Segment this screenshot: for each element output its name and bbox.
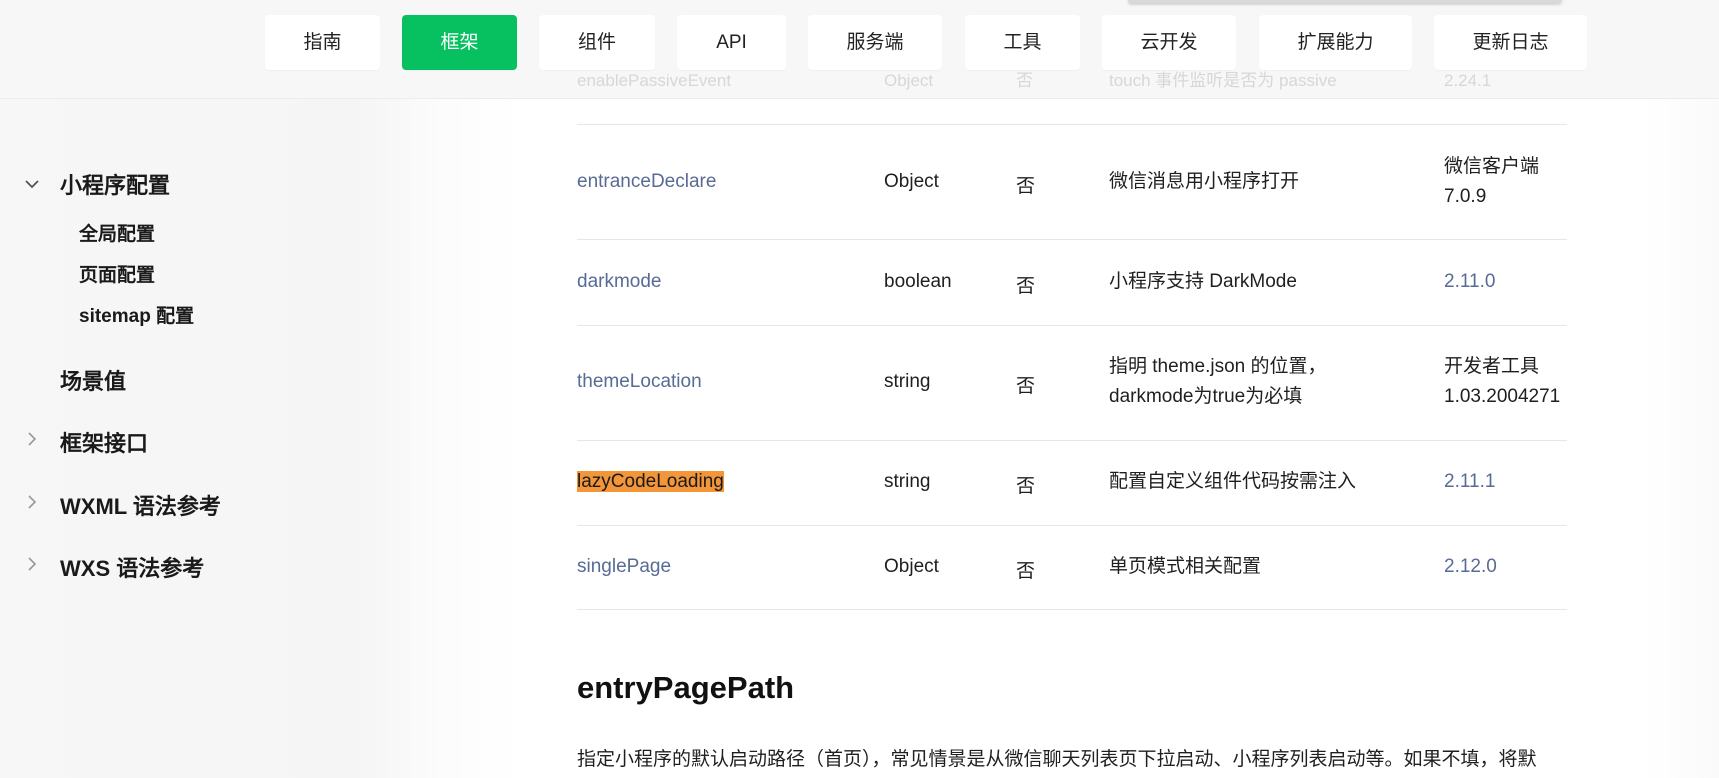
sidebar-item-scene-values[interactable]: 场景值: [60, 364, 126, 396]
chevron-right-icon[interactable]: [23, 493, 41, 511]
attr-link[interactable]: singlePage: [577, 556, 671, 578]
version-cell: 1.03.2004271: [1444, 386, 1561, 407]
sidebar-item-page-config[interactable]: 页面配置: [79, 260, 155, 287]
attr-link-highlighted[interactable]: lazyCodeLoading: [577, 471, 724, 493]
search-highlight: lazyCodeLoading: [577, 471, 724, 492]
ghost-row-version: 2.24.1: [1444, 71, 1492, 90]
sidebar-item-sitemap-config[interactable]: sitemap 配置: [79, 301, 194, 328]
dropdown-panel-edge: [1128, 0, 1562, 3]
desc-cell: 配置自定义组件代码按需注入: [1109, 471, 1357, 492]
chevron-down-icon[interactable]: [23, 175, 41, 193]
section-heading: entryPagePath: [577, 670, 795, 705]
desc-cell: 指明 theme.json 的位置，: [1109, 356, 1327, 377]
row-divider: [577, 525, 1567, 526]
tab-framework[interactable]: 框架: [402, 15, 517, 70]
type-cell: Object: [884, 556, 939, 577]
top-nav-bar: enablePassiveEvent Object 否 touch 事件监听是否…: [0, 0, 1719, 99]
required-cell: 否: [1016, 176, 1036, 197]
sidebar-item-framework-api[interactable]: 框架接口: [60, 426, 148, 458]
section-paragraph: 指定小程序的默认启动路径（首页），常见情景是从微信聊天列表页下拉启动、小程序列表…: [577, 749, 1537, 770]
required-cell: 否: [1016, 561, 1036, 582]
required-cell: 否: [1016, 276, 1036, 297]
ghost-row-desc: touch 事件监听是否为 passive: [1109, 71, 1337, 90]
desc-cell: 小程序支持 DarkMode: [1109, 271, 1297, 292]
attr-link[interactable]: darkmode: [577, 271, 662, 293]
attr-link[interactable]: themeLocation: [577, 371, 702, 393]
sidebar-item-wxs-reference[interactable]: WXS 语法参考: [60, 551, 204, 583]
version-cell: 微信客户端: [1444, 156, 1540, 177]
desc-cell: 微信消息用小程序打开: [1109, 171, 1300, 192]
version-link[interactable]: 2.11.0: [1444, 267, 1495, 297]
desc-cell: 单页模式相关配置: [1109, 556, 1262, 577]
tab-components[interactable]: 组件: [539, 15, 655, 70]
version-link[interactable]: 2.12.0: [1444, 552, 1497, 582]
version-link[interactable]: 2.11.1: [1444, 467, 1495, 497]
type-cell: boolean: [884, 271, 952, 292]
required-cell: 否: [1016, 476, 1036, 497]
ghost-row-type: Object: [884, 71, 934, 90]
row-divider: [577, 124, 1567, 125]
tab-extensions[interactable]: 扩展能力: [1259, 15, 1412, 70]
attr-link[interactable]: entranceDeclare: [577, 171, 716, 193]
type-cell: string: [884, 371, 931, 392]
required-cell: 否: [1016, 376, 1036, 397]
row-divider: [577, 440, 1567, 441]
tab-server[interactable]: 服务端: [808, 15, 942, 70]
row-divider: [577, 239, 1567, 240]
tab-tools[interactable]: 工具: [965, 15, 1080, 70]
tab-guide[interactable]: 指南: [265, 15, 380, 70]
tab-api[interactable]: API: [677, 15, 786, 70]
chevron-right-icon[interactable]: [23, 555, 41, 573]
tab-cloud-dev[interactable]: 云开发: [1102, 15, 1236, 70]
version-cell: 开发者工具: [1444, 356, 1540, 377]
row-divider: [577, 609, 1567, 610]
type-cell: string: [884, 471, 931, 492]
row-divider: [577, 325, 1567, 326]
ghost-row-attr: enablePassiveEvent: [577, 71, 732, 90]
sidebar-item-app-config[interactable]: 小程序配置: [60, 168, 170, 200]
version-cell: 7.0.9: [1444, 186, 1487, 207]
sidebar-item-wxml-reference[interactable]: WXML 语法参考: [60, 489, 221, 521]
desc-cell: darkmode为true为必填: [1109, 386, 1303, 407]
tab-changelog[interactable]: 更新日志: [1434, 15, 1587, 70]
sidebar-item-global-config[interactable]: 全局配置: [79, 219, 155, 246]
chevron-right-icon[interactable]: [23, 430, 41, 448]
ghost-row-required: 否: [1016, 71, 1033, 90]
type-cell: Object: [884, 171, 939, 192]
